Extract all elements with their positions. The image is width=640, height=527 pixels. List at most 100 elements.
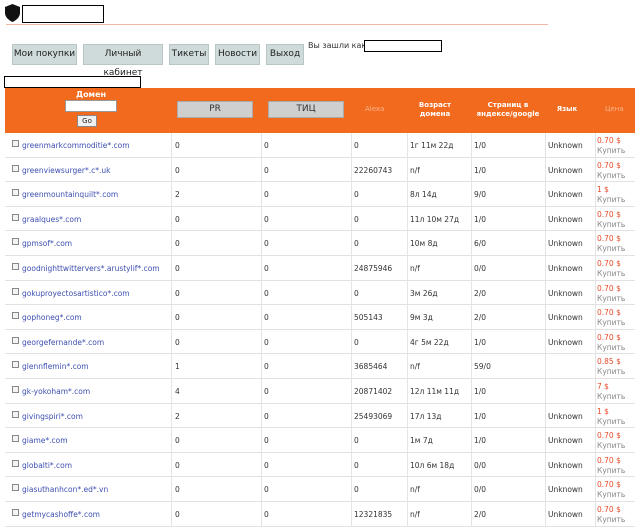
column-divider [261,280,262,305]
row-select-checkbox[interactable] [12,312,19,320]
row-select-checkbox[interactable] [12,262,19,270]
column-divider [545,255,546,280]
domain-link[interactable]: giame*.com [22,436,68,445]
domain-link[interactable]: graalques*.com [22,215,81,224]
buy-link[interactable]: Купить [597,490,625,500]
row-select-checkbox[interactable] [12,385,19,393]
price-value: 0.70 $ [597,332,621,342]
domain-link[interactable]: greenviewsurger*.c*.uk [22,166,111,175]
buy-link[interactable]: Купить [597,441,625,451]
buy-link[interactable]: Купить [597,343,625,353]
column-divider [595,133,596,157]
column-divider [351,428,352,452]
buy-link[interactable]: Купить [597,195,625,205]
price-column-header[interactable]: Цена [605,105,624,113]
domain-link[interactable]: glennflemin*.com [22,362,89,371]
column-divider [595,477,596,501]
buy-link[interactable]: Купить [597,146,625,156]
buy-link[interactable]: Купить [597,244,625,254]
domain-link[interactable]: greenmountainquilt*.com [22,190,118,199]
column-divider [351,157,352,182]
table-row: graalques*.com 0 0 0 11л 10м 27д 1/0 Unknown 0.… [5,206,635,232]
go-button[interactable]: Go [77,115,97,127]
domain-link[interactable]: gk-yokoham*.com [22,387,90,396]
domain-link[interactable]: greenmarkcommoditie*.com [22,141,130,150]
column-divider [171,378,172,403]
column-divider [261,182,262,206]
column-divider [471,403,472,428]
column-divider [407,329,408,354]
domain-filter-input[interactable] [65,100,117,112]
pr-value: 1 [175,362,180,372]
table-row: gophoneg*.com 0 0 505143 9м 3д 2/0 Unknown 0.70… [5,305,635,330]
buy-link[interactable]: Купить [597,392,625,402]
domain-age-value: 11л 10м 27д [410,214,460,224]
domain-link[interactable]: givingspiri*.com [22,412,83,421]
column-divider [407,305,408,329]
domain-age-value: n/f [410,485,420,495]
column-divider [261,477,262,501]
column-divider [407,157,408,182]
domain-link[interactable]: gpmsof*.com [22,239,72,248]
row-select-checkbox[interactable] [12,164,19,172]
column-divider [595,157,596,182]
nav-my-purchases-button[interactable]: Мои покупки [12,44,77,65]
column-divider [545,452,546,477]
buy-link[interactable]: Купить [597,171,625,181]
row-select-checkbox[interactable] [12,213,19,221]
row-select-checkbox[interactable] [12,435,19,443]
buy-link[interactable]: Купить [597,466,625,476]
column-divider [351,133,352,157]
lang-column-header[interactable]: Язык [552,105,582,114]
tic-sort-button[interactable]: ТИЦ [268,101,344,118]
row-select-checkbox[interactable] [12,508,19,516]
column-divider [171,206,172,231]
alexa-column-header[interactable]: Alexa [365,105,384,113]
nav-logout-button[interactable]: Выход [266,44,304,65]
row-select-checkbox[interactable] [12,459,19,467]
column-divider [407,501,408,526]
age-column-header[interactable]: Возраст домена [410,101,460,119]
row-select-checkbox[interactable] [12,238,19,246]
buy-link[interactable]: Купить [597,515,625,525]
indexed-pages-value: 1/0 [474,436,487,446]
domain-link[interactable]: globalti*.com [22,461,72,470]
domain-link[interactable]: giasuthanhcon*.ed*.vn [22,485,108,494]
domain-link[interactable]: gophoneg*.com [22,313,82,322]
tic-value: 0 [264,313,269,323]
column-divider [545,501,546,526]
nav-personal-account-button[interactable]: Личный кабинет [83,44,163,78]
buy-link[interactable]: Купить [597,367,625,377]
domain-link[interactable]: gokuproyectosartistico*.com [22,289,130,298]
column-divider [471,354,472,378]
alexa-value: 12321835 [354,509,393,519]
nav-tickets-button[interactable]: Тикеты [169,44,209,65]
column-divider [261,305,262,329]
nav-news-button[interactable]: Новости [215,44,260,65]
row-select-checkbox[interactable] [12,189,19,197]
pr-sort-button[interactable]: PR [177,101,253,118]
row-select-checkbox[interactable] [12,140,19,147]
domain-link[interactable]: goodnighttwittervers*.arustylif*.com [22,264,160,273]
row-select-checkbox[interactable] [12,361,19,369]
row-select-checkbox[interactable] [12,336,19,344]
alexa-value: 0 [354,337,359,347]
domain-link[interactable]: georgefernande*.com [22,338,104,347]
price-value: 0.70 $ [597,258,621,268]
column-divider [261,329,262,354]
row-select-checkbox[interactable] [12,410,19,418]
domain-age-value: n/f [410,263,420,273]
pages-column-header[interactable]: Страниц в яндексе/google [473,101,543,119]
domain-link[interactable]: getmycashoffe*.com [22,510,100,519]
tic-value: 0 [264,509,269,519]
row-select-checkbox[interactable] [12,287,19,295]
buy-link[interactable]: Купить [597,417,625,427]
column-divider [471,452,472,477]
buy-link[interactable]: Купить [597,318,625,328]
row-select-checkbox[interactable] [12,484,19,492]
buy-link[interactable]: Купить [597,269,625,279]
buy-link[interactable]: Купить [597,220,625,230]
buy-link[interactable]: Купить [597,294,625,304]
column-divider [595,182,596,206]
pr-value: 0 [175,436,180,446]
